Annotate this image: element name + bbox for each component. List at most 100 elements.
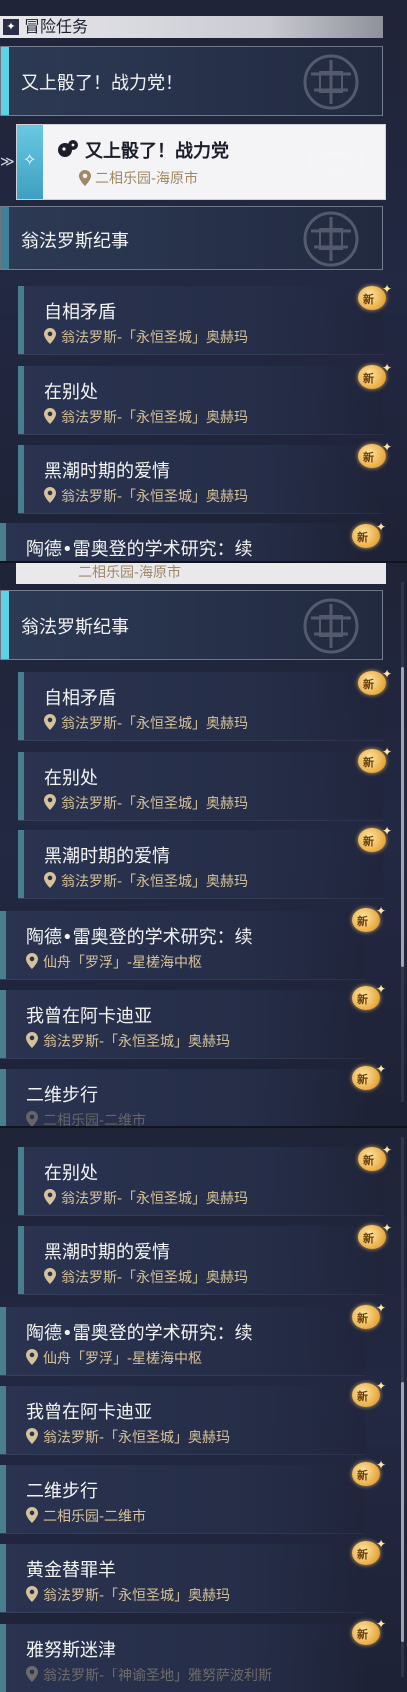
- quest-name: 陶德•雷奥登的学术研究：续: [26, 927, 253, 948]
- row-accent-bar: [18, 752, 24, 820]
- row-accent-bar: [18, 286, 24, 354]
- new-badge: 新 ✦: [358, 1221, 392, 1251]
- diamond-star-icon: ✦: [3, 19, 19, 35]
- new-badge: 新 ✦: [352, 1301, 386, 1331]
- group-accent-bar: [1, 591, 9, 659]
- new-badge: 新 ✦: [352, 1617, 386, 1647]
- sparkle-icon: ✦: [381, 745, 392, 759]
- card-emblem-icon: [291, 133, 381, 193]
- group-accent-bar: [1, 47, 9, 115]
- sparkle-icon: ✦: [375, 1458, 386, 1472]
- group-emblem-icon: [286, 596, 376, 656]
- scrollbar-thumb[interactable]: [401, 667, 404, 967]
- sparkle-icon: ✦: [375, 1301, 386, 1315]
- quest-location: 二相乐园-二维市: [43, 1509, 147, 1525]
- quest-name: 黄金替罪羊: [26, 1560, 116, 1581]
- location-pin-icon: [26, 1032, 38, 1048]
- quest-name: 自相矛盾: [44, 302, 116, 323]
- row-accent-bar: [0, 1465, 6, 1533]
- quest-row[interactable]: 黑潮时期的爱情 翁法罗斯-「永恒圣城」奥赫玛: [18, 830, 383, 899]
- quest-name: 陶德•雷奥登的学术研究：续: [26, 539, 253, 560]
- quest-row[interactable]: 我曾在阿卡迪亚 翁法罗斯-「永恒圣城」奥赫玛: [0, 990, 365, 1059]
- quest-group-header[interactable]: 又上骰了！战力党！: [0, 46, 383, 116]
- new-badge: 新 ✦: [358, 667, 392, 697]
- quest-row[interactable]: 在别处 翁法罗斯-「永恒圣城」奥赫玛: [18, 1147, 383, 1216]
- quest-name: 黑潮时期的爱情: [44, 1242, 170, 1263]
- location-pin-icon: [44, 487, 56, 503]
- quest-location: 二相乐园-二维市: [43, 1113, 147, 1127]
- quest-location: 翁法罗斯-「永恒圣城」奥赫玛: [61, 330, 249, 346]
- location-pin-icon: [44, 714, 56, 730]
- quest-row-partial[interactable]: 二维步行 二相乐园-二维市: [0, 1069, 365, 1127]
- quest-row-partial[interactable]: 雅努斯迷津 翁法罗斯-「神谕圣地」雅努萨波利斯: [0, 1624, 365, 1692]
- quest-panel-3: 在别处 翁法罗斯-「永恒圣城」奥赫玛 黑潮时期的爱情 翁法罗斯-「永恒圣城」奥赫…: [0, 1127, 407, 1692]
- quest-location: 翁法罗斯-「永恒圣城」奥赫玛: [43, 1430, 231, 1446]
- new-badge: 新 ✦: [352, 904, 386, 934]
- quest-row[interactable]: 黄金替罪羊 翁法罗斯-「永恒圣城」奥赫玛: [0, 1544, 365, 1613]
- quest-location: 翁法罗斯-「永恒圣城」奥赫玛: [43, 1588, 231, 1604]
- quest-row[interactable]: 在别处 翁法罗斯-「永恒圣城」奥赫玛: [18, 366, 383, 435]
- new-badge: 新 ✦: [358, 1143, 392, 1173]
- quest-row[interactable]: 我曾在阿卡迪亚 翁法罗斯-「永恒圣城」奥赫玛: [0, 1386, 365, 1455]
- new-badge: 新 ✦: [352, 520, 386, 550]
- new-badge: 新 ✦: [352, 1379, 386, 1409]
- quest-name: 我曾在阿卡迪亚: [26, 1006, 152, 1027]
- new-badge: 新 ✦: [352, 1062, 386, 1092]
- location-pin-icon: [79, 170, 91, 186]
- selected-quest-card-partial[interactable]: 二相乐园-海原市: [16, 562, 386, 584]
- sparkle-icon: ✦: [375, 982, 386, 996]
- quest-row[interactable]: 二维步行 二相乐园-二维市: [0, 1465, 365, 1534]
- row-accent-bar: [0, 1307, 6, 1375]
- quest-location: 翁法罗斯-「永恒圣城」奥赫玛: [61, 489, 249, 505]
- group-accent-bar: [1, 207, 9, 269]
- quest-name: 雅努斯迷津: [26, 1640, 116, 1661]
- group-title: 又上骰了！战力党！: [21, 73, 183, 94]
- group-title: 翁法罗斯纪事: [21, 617, 129, 638]
- new-badge: 新 ✦: [358, 440, 392, 470]
- row-accent-bar: [0, 911, 6, 979]
- new-badge: 新 ✦: [352, 982, 386, 1012]
- quest-location: 翁法罗斯-「永恒圣城」奥赫玛: [61, 874, 249, 890]
- new-badge: 新 ✦: [358, 745, 392, 775]
- new-badge: 新 ✦: [358, 282, 392, 312]
- quest-row[interactable]: 自相矛盾 翁法罗斯-「永恒圣城」奥赫玛: [18, 672, 383, 741]
- location-pin-icon: [26, 1586, 38, 1602]
- quest-group-header[interactable]: 翁法罗斯纪事: [0, 206, 383, 270]
- quest-row-partial[interactable]: 陶德•雷奥登的学术研究：续: [0, 523, 365, 562]
- quest-location: 翁法罗斯-「永恒圣城」奥赫玛: [61, 410, 249, 426]
- quest-row[interactable]: 自相矛盾 翁法罗斯-「永恒圣城」奥赫玛: [18, 286, 383, 355]
- quest-group-header[interactable]: 翁法罗斯纪事: [0, 590, 383, 660]
- row-accent-bar: [18, 445, 24, 513]
- sparkle-icon: ✦: [375, 904, 386, 918]
- location-pin-icon: [26, 953, 38, 969]
- quest-location: 仙舟「罗浮」-星槎海中枢: [43, 955, 203, 971]
- row-accent-bar: [18, 672, 24, 740]
- quest-name: 自相矛盾: [44, 688, 116, 709]
- location-pin-icon: [26, 1428, 38, 1444]
- quest-row[interactable]: 黑潮时期的爱情 翁法罗斯-「永恒圣城」奥赫玛: [18, 445, 383, 514]
- section-title: 冒险任务: [24, 17, 89, 36]
- new-badge: 新 ✦: [358, 361, 392, 391]
- quest-name: 二维步行: [26, 1085, 98, 1106]
- screenshot-divider: [0, 561, 407, 563]
- row-accent-bar: [18, 366, 24, 434]
- selected-quest-card[interactable]: ✧ 又上骰了！战力党 二相乐园-海原市: [16, 124, 386, 200]
- quest-name: 在别处: [44, 1163, 98, 1184]
- location-pin-icon: [44, 872, 56, 888]
- sparkle-icon: ✦: [381, 361, 392, 375]
- quest-row[interactable]: 陶德•雷奥登的学术研究：续 仙舟「罗浮」-星槎海中枢: [0, 911, 365, 980]
- group-emblem-icon: [286, 209, 376, 269]
- sparkle-icon: ✦: [381, 824, 392, 838]
- quest-name: 黑潮时期的爱情: [44, 846, 170, 867]
- quest-row[interactable]: 陶德•雷奥登的学术研究：续 仙舟「罗浮」-星槎海中枢: [0, 1307, 365, 1376]
- row-accent-bar: [0, 1069, 6, 1127]
- location-pin-icon: [44, 328, 56, 344]
- dice-icon: [58, 140, 78, 157]
- screenshot-divider: [0, 1126, 407, 1128]
- quest-row[interactable]: 黑潮时期的爱情 翁法罗斯-「永恒圣城」奥赫玛: [18, 1226, 383, 1295]
- quest-name: 陶德•雷奥登的学术研究：续: [26, 1323, 253, 1344]
- quest-row[interactable]: 在别处 翁法罗斯-「永恒圣城」奥赫玛: [18, 752, 383, 821]
- scrollbar-thumb[interactable]: [401, 1382, 404, 1642]
- row-accent-bar: [0, 1386, 6, 1454]
- quest-panel-2: 二相乐园-海原市 翁法罗斯纪事 自相矛盾 翁法罗斯-「永恒圣城」奥赫玛 在别处 …: [0, 562, 407, 1127]
